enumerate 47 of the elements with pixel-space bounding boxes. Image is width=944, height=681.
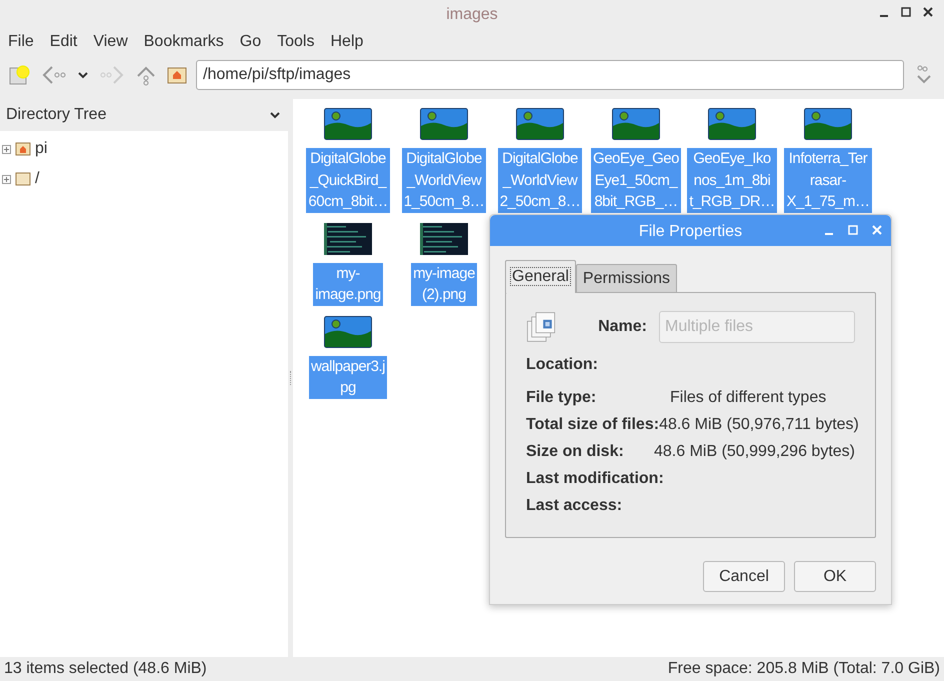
image-icon[interactable] [516, 108, 564, 140]
menu-item[interactable]: Help [330, 30, 364, 54]
window-title: images [446, 5, 498, 25]
menu-item[interactable]: View [93, 30, 128, 54]
image-icon[interactable] [324, 108, 372, 140]
field-label: Name: [598, 317, 647, 337]
back-icon[interactable] [40, 64, 68, 86]
menu-item[interactable]: Bookmarks [144, 30, 224, 54]
image-icon[interactable] [612, 108, 660, 140]
dialog-button[interactable]: Cancel [703, 561, 785, 592]
maximize-icon[interactable] [900, 6, 912, 18]
image-icon[interactable] [420, 108, 468, 140]
tab[interactable]: General [505, 260, 576, 293]
tree-item[interactable]: / [35, 167, 40, 191]
folder-icon [15, 172, 31, 186]
status-text: 13 items selected (48.6 MiB) [4, 659, 207, 679]
field-label: File type: [526, 388, 598, 408]
field-value: Files of different types [670, 388, 826, 408]
free-space-text: Free space: 205.8 MiB (Total: 7.0 GiB) [668, 659, 940, 679]
thumbnail-icon[interactable] [420, 222, 468, 254]
tab[interactable]: Permissions [576, 264, 678, 293]
thumbnail-icon[interactable] [324, 222, 372, 254]
expander-icon[interactable] [2, 144, 11, 154]
name-field[interactable]: Multiple files [659, 311, 855, 343]
path-field[interactable]: /home/pi/sftp/images [196, 60, 904, 90]
panel-title: Directory Tree [6, 105, 106, 125]
new-tab-icon[interactable] [8, 64, 32, 86]
menu-item[interactable]: Tools [277, 30, 314, 54]
image-icon[interactable] [324, 316, 372, 348]
expander-icon[interactable] [2, 174, 11, 184]
home-folder-icon [15, 142, 31, 156]
field-label: Location: [526, 354, 599, 374]
field-label: Size on disk: [526, 442, 625, 462]
tree-item[interactable]: pi [35, 137, 48, 161]
image-icon[interactable] [804, 108, 852, 140]
field-value: 48.6 MiB (50,976,711 bytes) [659, 414, 859, 434]
field-label: Last access: [526, 496, 624, 516]
menu-item[interactable]: Go [240, 30, 262, 54]
menu-item[interactable]: Edit [50, 30, 78, 54]
dialog-title: File Properties [638, 222, 742, 242]
field-label: Last modification: [526, 468, 665, 488]
dialog-button[interactable]: OK [794, 561, 876, 592]
menu-item[interactable]: File [8, 30, 34, 54]
field-label: Total size of files: [526, 414, 660, 434]
image-icon[interactable] [708, 108, 756, 140]
close-icon[interactable] [922, 6, 934, 18]
field-value: 48.6 MiB (50,999,296 bytes) [654, 442, 855, 462]
